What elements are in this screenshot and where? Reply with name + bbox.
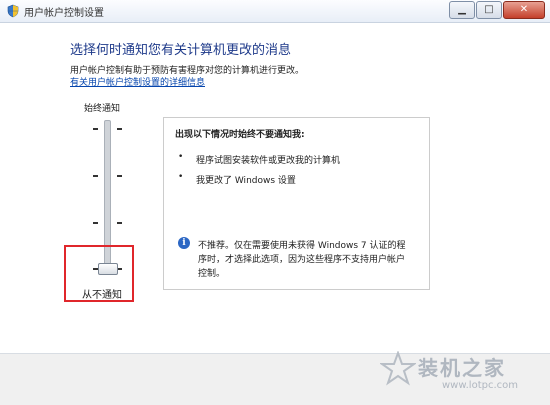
page-heading: 选择何时通知您有关计算机更改的消息 [70,43,292,58]
bullet-icon: • [178,172,184,182]
window-controls: ▁ □ ✕ [448,1,545,19]
slider-tick [117,128,122,130]
slider-top-label: 始终通知 [84,104,121,114]
watermark-url: www.lotpc.com [442,380,518,391]
info-icon: i [178,237,190,249]
slider-tick [93,175,98,177]
maximize-button[interactable]: □ [476,1,502,19]
slider-tick [93,222,98,224]
help-link[interactable]: 有关用户帐户控制设置的详细信息 [70,75,205,88]
info-text-line: 不推荐。仅在需要使用未获得 Windows 7 认证的程 [198,241,406,251]
bullet-icon: • [178,152,184,162]
uac-shield-icon [7,4,19,18]
watermark-text: 装机之家 [418,356,506,380]
minimize-button[interactable]: ▁ [449,1,475,19]
close-button[interactable]: ✕ [503,1,545,19]
bullet-item: 程序试图安装软件或更改我的计算机 [196,156,341,166]
info-text-line: 序时，才选择此选项，因为这些程序不支持用户帐户 [198,255,406,265]
info-text-line: 控制。 [198,269,226,279]
slider-tick [93,128,98,130]
watermark-star-icon [380,351,416,386]
slider-tick [117,175,122,177]
slider-tick [117,222,122,224]
slider-bottom-label: 从不通知 [82,290,122,301]
uac-settings-window: 用户帐户控制设置 ▁ □ ✕ 选择何时通知您有关计算机更改的消息 用户帐户控制有… [0,0,550,405]
setting-description-panel: 出现以下情况时始终不要通知我: • 程序试图安装软件或更改我的计算机 • 我更改… [163,117,430,290]
bullet-item: 我更改了 Windows 设置 [196,176,296,186]
panel-title: 出现以下情况时始终不要通知我: [175,130,305,140]
window-title: 用户帐户控制设置 [24,8,104,19]
title-bar[interactable]: 用户帐户控制设置 ▁ □ ✕ [0,0,550,23]
